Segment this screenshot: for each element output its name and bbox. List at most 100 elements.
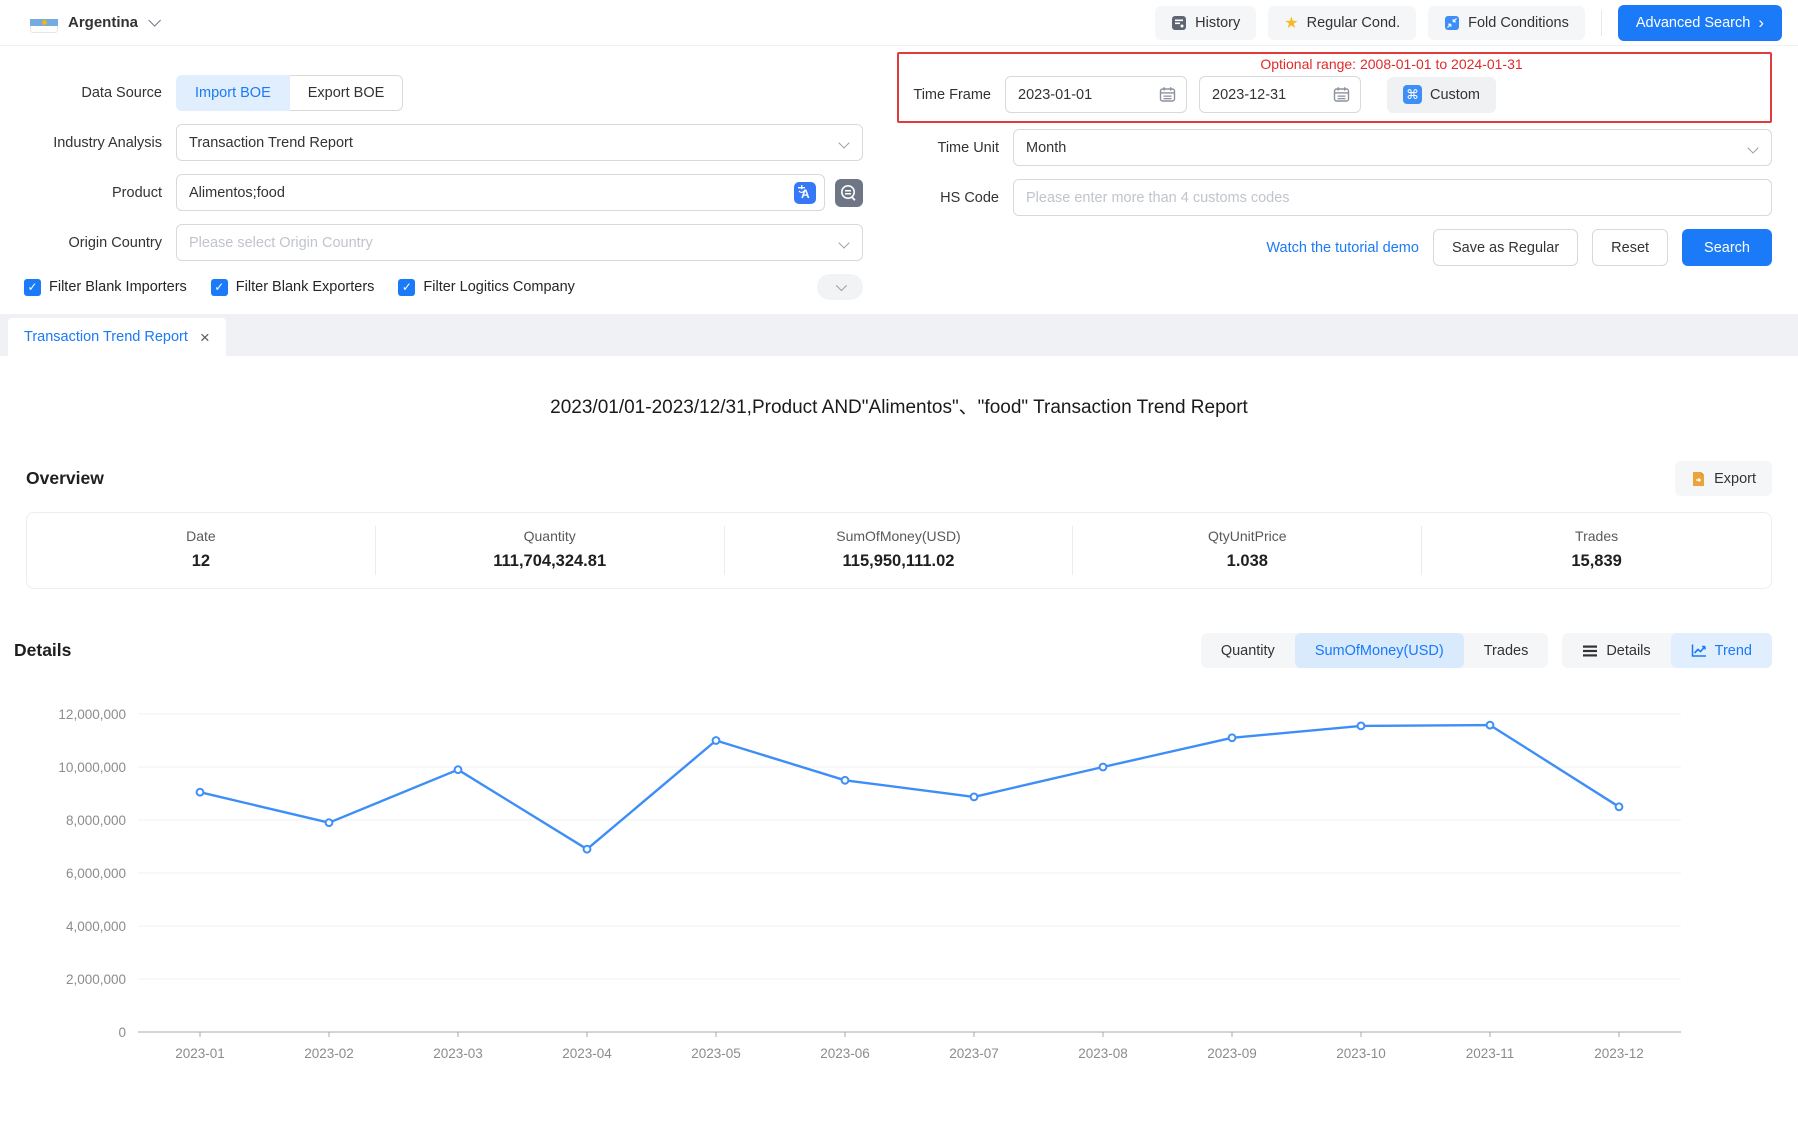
stat-value: 15,839 <box>1422 552 1771 571</box>
details-heading: Details <box>14 640 71 661</box>
translate-icon[interactable]: A <box>794 182 816 204</box>
chart-point-2023-07[interactable] <box>971 794 978 801</box>
y-axis-label: 6,000,000 <box>66 866 126 881</box>
stat-label: Date <box>27 528 375 544</box>
origin-country-select[interactable]: Please select Origin Country <box>176 224 863 261</box>
filter-checkbox[interactable]: ✓ Filter Blank Importers <box>24 279 187 296</box>
top-bar: Argentina History ★ Regular Cond. Fold C… <box>0 0 1798 46</box>
overview-stat: Date 12 <box>27 526 376 575</box>
table-icon <box>1582 644 1598 658</box>
chevron-down-icon <box>838 137 849 148</box>
regular-cond-button[interactable]: ★ Regular Cond. <box>1268 6 1416 40</box>
product-input[interactable] <box>189 185 786 201</box>
metric-tab-sumofmoney-usd-[interactable]: SumOfMoney(USD) <box>1295 633 1464 668</box>
stat-label: QtyUnitPrice <box>1073 528 1421 544</box>
stat-value: 12 <box>27 552 375 571</box>
checkbox-label: Filter Logitics Company <box>423 279 575 295</box>
stat-label: SumOfMoney(USD) <box>725 528 1073 544</box>
chart-point-2023-12[interactable] <box>1616 803 1623 810</box>
x-axis-label: 2023-04 <box>562 1046 612 1061</box>
time-unit-select[interactable]: Month <box>1013 129 1772 166</box>
x-axis-label: 2023-12 <box>1594 1046 1644 1061</box>
overview-stat: SumOfMoney(USD)115,950,111.02 <box>725 526 1074 575</box>
chart-point-2023-09[interactable] <box>1229 734 1236 741</box>
metric-tab-trades[interactable]: Trades <box>1464 633 1549 668</box>
checkbox-checked-icon[interactable]: ✓ <box>24 279 41 296</box>
x-axis-label: 2023-08 <box>1078 1046 1128 1061</box>
end-date-input[interactable]: 2023-12-31 <box>1199 76 1361 113</box>
x-axis-label: 2023-01 <box>175 1046 225 1061</box>
tab-strip: Transaction Trend Report × <box>0 314 1798 356</box>
chart-point-2023-10[interactable] <box>1358 723 1365 730</box>
data-source-segment: Import BOE Export BOE <box>176 75 403 111</box>
checkbox-checked-icon[interactable]: ✓ <box>211 279 228 296</box>
trend-chart: 02,000,0004,000,0006,000,0008,000,00010,… <box>26 694 1772 1079</box>
checkbox-label: Filter Blank Importers <box>49 279 187 295</box>
product-lookup-icon[interactable] <box>835 179 863 207</box>
reset-button[interactable]: Reset <box>1592 229 1668 266</box>
checkbox-checked-icon[interactable]: ✓ <box>398 279 415 296</box>
filter-checkbox[interactable]: ✓ Filter Blank Exporters <box>211 279 375 296</box>
x-axis-label: 2023-02 <box>304 1046 354 1061</box>
advanced-search-button[interactable]: Advanced Search › <box>1618 5 1782 41</box>
hs-code-input-wrap <box>1013 179 1772 216</box>
divider <box>1601 10 1602 36</box>
checkbox-label: Filter Blank Exporters <box>236 279 375 295</box>
chart-point-2023-03[interactable] <box>455 766 462 773</box>
close-icon[interactable]: × <box>200 329 210 346</box>
fold-icon <box>1444 15 1460 31</box>
origin-country-label: Origin Country <box>0 235 176 251</box>
industry-analysis-select[interactable]: Transaction Trend Report <box>176 124 863 161</box>
chevron-down-icon <box>836 280 847 291</box>
view-tab-trend[interactable]: Trend <box>1671 633 1772 668</box>
save-as-regular-button[interactable]: Save as Regular <box>1433 229 1578 266</box>
industry-analysis-label: Industry Analysis <box>0 135 176 151</box>
product-label: Product <box>0 185 176 201</box>
time-unit-label: Time Unit <box>909 140 1013 156</box>
custom-range-button[interactable]: ⌘ Custom <box>1387 77 1496 113</box>
y-axis-label: 8,000,000 <box>66 813 126 828</box>
chart-point-2023-02[interactable] <box>326 819 333 826</box>
export-boe-tab[interactable]: Export BOE <box>290 75 404 111</box>
timeframe-highlight-box: Optional range: 2008-01-01 to 2024-01-31… <box>897 52 1772 123</box>
line-chart-icon <box>1691 643 1707 658</box>
chart-point-2023-05[interactable] <box>713 737 720 744</box>
y-axis-label: 2,000,000 <box>66 972 126 987</box>
metric-tab-quantity[interactable]: Quantity <box>1201 633 1295 668</box>
history-button[interactable]: History <box>1155 6 1256 40</box>
import-boe-tab[interactable]: Import BOE <box>176 75 290 111</box>
chart-point-2023-04[interactable] <box>584 846 591 853</box>
trend-chart-svg: 02,000,0004,000,0006,000,0008,000,00010,… <box>26 694 1772 1079</box>
stat-label: Trades <box>1422 528 1771 544</box>
tutorial-link[interactable]: Watch the tutorial demo <box>1266 240 1419 256</box>
search-button[interactable]: Search <box>1682 229 1772 266</box>
chart-point-2023-06[interactable] <box>842 777 849 784</box>
country-selector[interactable]: Argentina <box>30 13 157 33</box>
optional-range-text: Optional range: 2008-01-01 to 2024-01-31 <box>901 56 1762 72</box>
x-axis-label: 2023-11 <box>1466 1046 1515 1061</box>
export-button[interactable]: Export <box>1675 461 1772 496</box>
y-axis-label: 4,000,000 <box>66 919 126 934</box>
hs-code-input[interactable] <box>1026 190 1737 206</box>
start-date-input[interactable]: 2023-01-01 <box>1005 76 1187 113</box>
argentina-flag-icon <box>30 13 58 33</box>
data-source-label: Data Source <box>0 85 176 101</box>
collapse-form-button[interactable] <box>817 274 863 300</box>
calendar-icon <box>1159 86 1176 103</box>
chevron-down-icon <box>148 14 161 27</box>
stat-value: 111,704,324.81 <box>376 552 724 571</box>
x-axis-label: 2023-09 <box>1207 1046 1257 1061</box>
hs-code-label: HS Code <box>909 190 1013 206</box>
product-input-wrap: A <box>176 174 825 211</box>
filter-checkbox[interactable]: ✓ Filter Logitics Company <box>398 279 575 296</box>
tab-transaction-trend-report[interactable]: Transaction Trend Report × <box>8 318 226 356</box>
overview-stat: QtyUnitPrice1.038 <box>1073 526 1422 575</box>
history-icon <box>1171 15 1187 31</box>
chart-point-2023-08[interactable] <box>1100 764 1107 771</box>
view-tab-details[interactable]: Details <box>1562 633 1670 668</box>
chart-point-2023-11[interactable] <box>1487 722 1494 729</box>
overview-heading: Overview <box>26 468 104 489</box>
chart-point-2023-01[interactable] <box>197 789 204 796</box>
fold-conditions-button[interactable]: Fold Conditions <box>1428 6 1585 40</box>
overview-stat: Quantity111,704,324.81 <box>376 526 725 575</box>
